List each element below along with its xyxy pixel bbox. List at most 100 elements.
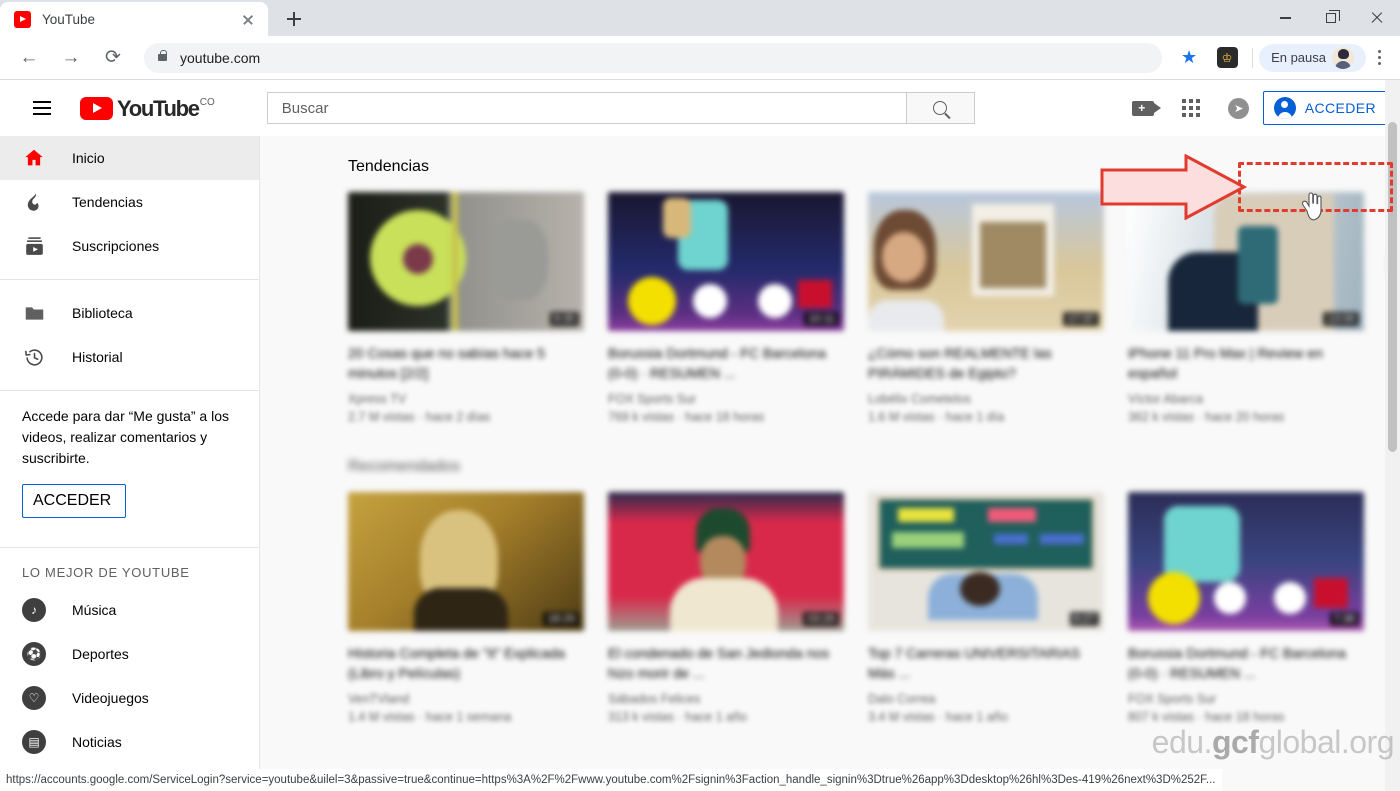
video-title[interactable]: Top 7 Carreras UNIVERSITARIAS Más ... [868, 643, 1104, 683]
video-title[interactable]: 20 Cosas que no sabías hace 5 minutos [2… [348, 343, 584, 383]
video-duration: 7:38 [1329, 612, 1359, 626]
sidebar-item-label: Videojuegos [72, 690, 149, 706]
status-bar: https://accounts.google.com/ServiceLogin… [0, 769, 1222, 791]
header-actions: + ➤ ACCEDER [1119, 80, 1390, 136]
library-folder-icon [22, 303, 46, 324]
sidebar-item-label: Inicio [72, 150, 105, 166]
account-avatar-icon [1273, 97, 1296, 119]
video-thumbnail[interactable]: 10:11 [608, 192, 844, 331]
signin-button-header[interactable]: ACCEDER [1262, 91, 1390, 125]
browser-toolbar: ← → ⟳ youtube.com ★ ♔ En pausa [0, 36, 1400, 80]
window-close-button[interactable] [1354, 0, 1400, 36]
video-title[interactable]: Historia Completa de "It" Explicada (Lib… [348, 643, 584, 683]
video-card[interactable]: 18:29 Historia Completa de "It" Explicad… [348, 492, 584, 724]
video-thumbnail[interactable]: 03:26 [608, 492, 844, 631]
video-title[interactable]: Borussia Dortmund - FC Barcelona (0-0) ·… [608, 343, 844, 383]
video-duration: 9:35 [549, 312, 579, 326]
video-meta: 769 k vistas · hace 18 horas [608, 410, 765, 424]
youtube-play-icon [80, 96, 113, 120]
search-input[interactable]: Buscar [266, 92, 907, 124]
video-card[interactable]: 10:11 Borussia Dortmund - FC Barcelona (… [608, 192, 844, 424]
sidebar-item-inicio[interactable]: Inicio [0, 136, 259, 180]
video-meta: 3.4 M vistas · hace 1 año [868, 710, 1008, 724]
reload-icon[interactable]: ⟳ [97, 42, 129, 74]
kebab-menu-icon[interactable] [1366, 43, 1392, 73]
browser-tab-youtube[interactable]: YouTube [0, 2, 268, 36]
video-title[interactable]: ¿Cómo son REALMENTE las PIRÁMIDES de Egi… [868, 343, 1104, 383]
video-channel[interactable]: FOX Sports Sur [608, 392, 844, 406]
sidebar-item-noticias[interactable]: ▤ Noticias [0, 720, 259, 764]
search-button[interactable] [906, 92, 975, 124]
video-card[interactable]: 7:38 Borussia Dortmund - FC Barcelona (0… [1128, 492, 1364, 724]
video-title[interactable]: iPhone 11 Pro Max | Review en español [1128, 343, 1364, 383]
window-maximize-button[interactable] [1308, 0, 1354, 36]
hamburger-menu-icon[interactable] [22, 88, 62, 128]
video-thumbnail[interactable]: 17:37 [868, 192, 1104, 331]
video-meta: 1.6 M vistas · hace 1 día [868, 410, 1005, 424]
shelf-recomendados: Recomendados 18:29 Historia Completa de … [260, 458, 1400, 724]
new-tab-button[interactable] [280, 5, 308, 33]
lock-icon [158, 49, 168, 61]
home-icon [22, 147, 46, 169]
forward-icon[interactable]: → [55, 42, 87, 74]
video-card[interactable]: 9:35 20 Cosas que no sabías hace 5 minut… [348, 192, 584, 424]
sidebar-item-musica[interactable]: ♪ Música [0, 588, 259, 632]
back-icon[interactable]: ← [13, 42, 45, 74]
video-card[interactable]: 03:26 El condenado de San Jedionda nos h… [608, 492, 844, 724]
sidebar-item-suscripciones[interactable]: Suscripciones [0, 224, 259, 268]
video-channel[interactable]: Xpress TV [348, 392, 584, 406]
video-channel[interactable]: Lobélix Cometelos [868, 392, 1104, 406]
search-area: Buscar [266, 92, 975, 124]
profile-pill[interactable]: En pausa [1259, 43, 1366, 72]
video-thumbnail[interactable]: 18:29 [348, 492, 584, 631]
address-bar[interactable]: youtube.com [144, 42, 1163, 73]
address-bar-url: youtube.com [180, 49, 261, 66]
video-thumbnail[interactable]: 9:35 [348, 192, 584, 331]
sidebar-divider [0, 547, 259, 548]
toolbar-divider [1252, 47, 1254, 68]
video-channel[interactable]: FOX Sports Sur [1128, 692, 1364, 706]
video-card[interactable]: 13:06 iPhone 11 Pro Max | Review en espa… [1128, 192, 1364, 424]
video-thumbnail[interactable]: 13:06 [1128, 192, 1364, 331]
card-row: 18:29 Historia Completa de "It" Explicad… [348, 492, 1400, 724]
create-video-button[interactable]: + [1123, 88, 1163, 128]
search-placeholder: Buscar [281, 99, 329, 117]
video-channel[interactable]: VenTVland [348, 692, 584, 706]
sidebar-signin-block: Accede para dar “Me gusta” a los videos,… [0, 402, 259, 536]
sidebar-item-label: Historial [72, 349, 123, 365]
video-thumbnail[interactable]: 7:38 [1128, 492, 1364, 631]
sidebar-item-label: Biblioteca [72, 305, 133, 321]
scrollbar-thumb[interactable] [1388, 122, 1397, 452]
video-channel[interactable]: Víctor Abarca [1128, 392, 1364, 406]
news-paper-icon: ▤ [22, 730, 46, 754]
bookmark-star-icon[interactable]: ★ [1174, 43, 1204, 73]
tab-close-icon[interactable] [238, 9, 258, 29]
video-duration: 18:29 [543, 612, 579, 626]
video-card[interactable]: 6:27 Top 7 Carreras UNIVERSITARIAS Más .… [868, 492, 1104, 724]
gaming-controller-icon: ♡ [22, 686, 46, 710]
shelf-title: Recomendados [348, 458, 461, 475]
video-duration: 6:27 [1069, 612, 1099, 626]
apps-button[interactable] [1171, 88, 1211, 128]
main-content: Tendencias 9:35 20 Cosas que no sabías h… [260, 136, 1400, 791]
shelf-title: Tendencias [348, 158, 429, 175]
notifications-button[interactable]: ➤ [1219, 88, 1259, 128]
video-channel[interactable]: Dalo Correa [868, 692, 1104, 706]
sidebar-item-deportes[interactable]: ⚽ Deportes [0, 632, 259, 676]
status-bar-url: https://accounts.google.com/ServiceLogin… [6, 774, 1216, 786]
video-channel[interactable]: Sábados Felices [608, 692, 844, 706]
signin-button-sidebar[interactable]: ACCEDER [22, 484, 127, 518]
sidebar-item-biblioteca[interactable]: Biblioteca [0, 291, 259, 335]
youtube-logo[interactable]: YouTube CO [80, 96, 215, 121]
video-thumbnail[interactable]: 6:27 [868, 492, 1104, 631]
sidebar-item-tendencias[interactable]: Tendencias [0, 180, 259, 224]
video-title[interactable]: Borussia Dortmund - FC Barcelona (0-0) ·… [1128, 643, 1364, 683]
sidebar-divider [0, 279, 259, 280]
window-minimize-button[interactable] [1262, 0, 1308, 36]
sidebar-item-historial[interactable]: Historial [0, 335, 259, 379]
video-title[interactable]: El condenado de San Jedionda nos hizo mo… [608, 643, 844, 683]
sidebar-item-videojuegos[interactable]: ♡ Videojuegos [0, 676, 259, 720]
page-scrollbar[interactable] [1385, 80, 1400, 791]
video-card[interactable]: 17:37 ¿Cómo son REALMENTE las PIRÁMIDES … [868, 192, 1104, 424]
extension-crown-icon[interactable]: ♔ [1212, 43, 1242, 73]
